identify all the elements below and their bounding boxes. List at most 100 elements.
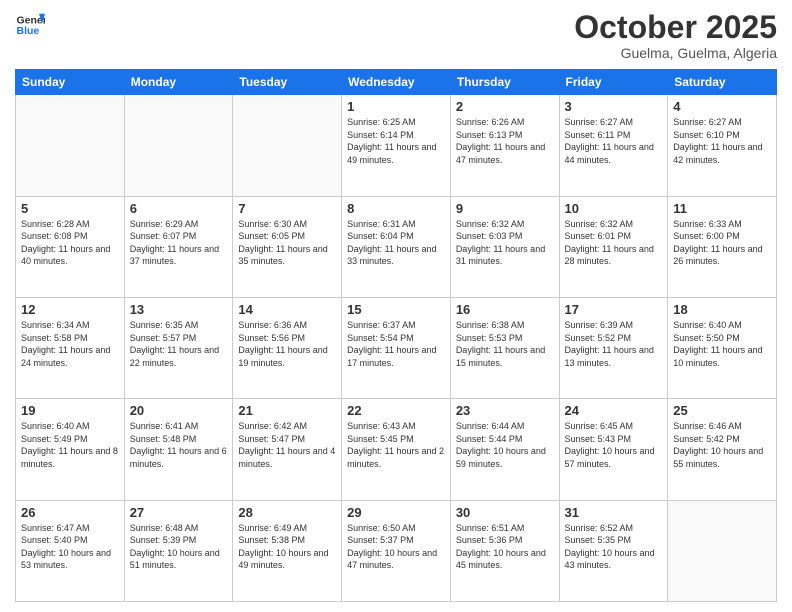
day-info: Sunrise: 6:42 AMSunset: 5:47 PMDaylight:… <box>238 420 336 470</box>
day-info: Sunrise: 6:45 AMSunset: 5:43 PMDaylight:… <box>565 420 663 470</box>
day-info: Sunrise: 6:25 AMSunset: 6:14 PMDaylight:… <box>347 116 445 166</box>
day-number: 12 <box>21 302 119 317</box>
day-info: Sunrise: 6:49 AMSunset: 5:38 PMDaylight:… <box>238 522 336 572</box>
day-number: 9 <box>456 201 554 216</box>
day-number: 26 <box>21 505 119 520</box>
day-info: Sunrise: 6:27 AMSunset: 6:10 PMDaylight:… <box>673 116 771 166</box>
calendar-cell: 10Sunrise: 6:32 AMSunset: 6:01 PMDayligh… <box>559 196 668 297</box>
day-info: Sunrise: 6:38 AMSunset: 5:53 PMDaylight:… <box>456 319 554 369</box>
calendar-cell <box>668 500 777 601</box>
calendar-cell: 24 Sunrise: 6:45 AMSunset: 5:43 PMDayligh… <box>559 399 668 500</box>
calendar-cell: 11 Sunrise: 6:33 AMSunset: 6:00 PMDayligh… <box>668 196 777 297</box>
calendar-header-sunday: Sunday <box>16 70 125 95</box>
day-number: 1 <box>347 99 445 114</box>
day-number: 15 <box>347 302 445 317</box>
calendar-cell: 12 Sunrise: 6:34 AMSunset: 5:58 PMDayligh… <box>16 297 125 398</box>
day-number: 22 <box>347 403 445 418</box>
day-info: Sunrise: 6:39 AMSunset: 5:52 PMDaylight:… <box>565 319 663 369</box>
calendar-cell: 7 Sunrise: 6:30 AMSunset: 6:05 PMDaylight… <box>233 196 342 297</box>
day-number: 10 <box>565 201 663 216</box>
calendar-week-2: 12 Sunrise: 6:34 AMSunset: 5:58 PMDayligh… <box>16 297 777 398</box>
day-info: Sunrise: 6:47 AMSunset: 5:40 PMDaylight:… <box>21 522 119 572</box>
day-info: Sunrise: 6:40 AMSunset: 5:49 PMDaylight:… <box>21 420 119 470</box>
header: General Blue October 2025 Guelma, Guelma… <box>15 10 777 61</box>
day-number: 11 <box>673 201 771 216</box>
day-number: 8 <box>347 201 445 216</box>
day-info: Sunrise: 6:26 AMSunset: 6:13 PMDaylight:… <box>456 116 554 166</box>
day-info: Sunrise: 6:36 AMSunset: 5:56 PMDaylight:… <box>238 319 336 369</box>
calendar-cell: 15 Sunrise: 6:37 AMSunset: 5:54 PMDayligh… <box>342 297 451 398</box>
day-info: Sunrise: 6:32 AMSunset: 6:03 PMDaylight:… <box>456 218 554 268</box>
day-info: Sunrise: 6:37 AMSunset: 5:54 PMDaylight:… <box>347 319 445 369</box>
subtitle: Guelma, Guelma, Algeria <box>574 45 777 61</box>
calendar-cell: 16 Sunrise: 6:38 AMSunset: 5:53 PMDayligh… <box>450 297 559 398</box>
calendar-cell: 4 Sunrise: 6:27 AMSunset: 6:10 PMDaylight… <box>668 95 777 196</box>
calendar-cell: 3Sunrise: 6:27 AMSunset: 6:11 PMDaylight… <box>559 95 668 196</box>
day-info: Sunrise: 6:33 AMSunset: 6:00 PMDaylight:… <box>673 218 771 268</box>
day-number: 16 <box>456 302 554 317</box>
day-info: Sunrise: 6:44 AMSunset: 5:44 PMDaylight:… <box>456 420 554 470</box>
calendar-header-thursday: Thursday <box>450 70 559 95</box>
day-number: 4 <box>673 99 771 114</box>
day-number: 20 <box>130 403 228 418</box>
calendar-header-saturday: Saturday <box>668 70 777 95</box>
calendar-cell: 13 Sunrise: 6:35 AMSunset: 5:57 PMDayligh… <box>124 297 233 398</box>
calendar-cell <box>124 95 233 196</box>
day-number: 31 <box>565 505 663 520</box>
calendar-cell: 25Sunrise: 6:46 AMSunset: 5:42 PMDayligh… <box>668 399 777 500</box>
calendar-cell: 27 Sunrise: 6:48 AMSunset: 5:39 PMDayligh… <box>124 500 233 601</box>
calendar-cell <box>233 95 342 196</box>
page: General Blue October 2025 Guelma, Guelma… <box>0 0 792 612</box>
calendar-cell: 31 Sunrise: 6:52 AMSunset: 5:35 PMDayligh… <box>559 500 668 601</box>
svg-text:Blue: Blue <box>17 25 40 37</box>
logo: General Blue <box>15 10 45 40</box>
calendar-cell: 29Sunrise: 6:50 AMSunset: 5:37 PMDayligh… <box>342 500 451 601</box>
calendar-cell: 6Sunrise: 6:29 AMSunset: 6:07 PMDaylight… <box>124 196 233 297</box>
calendar-cell: 14 Sunrise: 6:36 AMSunset: 5:56 PMDayligh… <box>233 297 342 398</box>
calendar-header-tuesday: Tuesday <box>233 70 342 95</box>
calendar-header-wednesday: Wednesday <box>342 70 451 95</box>
calendar-cell: 2 Sunrise: 6:26 AMSunset: 6:13 PMDaylight… <box>450 95 559 196</box>
day-info: Sunrise: 6:48 AMSunset: 5:39 PMDaylight:… <box>130 522 228 572</box>
calendar-cell: 9 Sunrise: 6:32 AMSunset: 6:03 PMDaylight… <box>450 196 559 297</box>
calendar-week-3: 19 Sunrise: 6:40 AMSunset: 5:49 PMDayligh… <box>16 399 777 500</box>
logo-icon: General Blue <box>15 10 45 40</box>
calendar-cell: 28Sunrise: 6:49 AMSunset: 5:38 PMDayligh… <box>233 500 342 601</box>
day-number: 27 <box>130 505 228 520</box>
calendar-cell: 19 Sunrise: 6:40 AMSunset: 5:49 PMDayligh… <box>16 399 125 500</box>
day-number: 30 <box>456 505 554 520</box>
calendar-cell: 17 Sunrise: 6:39 AMSunset: 5:52 PMDayligh… <box>559 297 668 398</box>
calendar-header-row: SundayMondayTuesdayWednesdayThursdayFrid… <box>16 70 777 95</box>
day-info: Sunrise: 6:35 AMSunset: 5:57 PMDaylight:… <box>130 319 228 369</box>
main-title: October 2025 <box>574 10 777 45</box>
calendar-cell: 22Sunrise: 6:43 AMSunset: 5:45 PMDayligh… <box>342 399 451 500</box>
day-number: 7 <box>238 201 336 216</box>
calendar-week-0: 1 Sunrise: 6:25 AMSunset: 6:14 PMDaylight… <box>16 95 777 196</box>
day-number: 13 <box>130 302 228 317</box>
day-number: 3 <box>565 99 663 114</box>
day-number: 29 <box>347 505 445 520</box>
day-info: Sunrise: 6:51 AMSunset: 5:36 PMDaylight:… <box>456 522 554 572</box>
day-info: Sunrise: 6:41 AMSunset: 5:48 PMDaylight:… <box>130 420 228 470</box>
calendar-cell: 1 Sunrise: 6:25 AMSunset: 6:14 PMDaylight… <box>342 95 451 196</box>
day-info: Sunrise: 6:34 AMSunset: 5:58 PMDaylight:… <box>21 319 119 369</box>
calendar-cell: 8Sunrise: 6:31 AMSunset: 6:04 PMDaylight… <box>342 196 451 297</box>
calendar-cell <box>16 95 125 196</box>
calendar-header-monday: Monday <box>124 70 233 95</box>
day-number: 2 <box>456 99 554 114</box>
calendar-cell: 20 Sunrise: 6:41 AMSunset: 5:48 PMDayligh… <box>124 399 233 500</box>
calendar-week-4: 26 Sunrise: 6:47 AMSunset: 5:40 PMDayligh… <box>16 500 777 601</box>
day-info: Sunrise: 6:30 AMSunset: 6:05 PMDaylight:… <box>238 218 336 268</box>
day-info: Sunrise: 6:28 AMSunset: 6:08 PMDaylight:… <box>21 218 119 268</box>
day-info: Sunrise: 6:46 AMSunset: 5:42 PMDaylight:… <box>673 420 771 470</box>
day-number: 14 <box>238 302 336 317</box>
calendar-week-1: 5Sunrise: 6:28 AMSunset: 6:08 PMDaylight… <box>16 196 777 297</box>
day-number: 17 <box>565 302 663 317</box>
calendar-cell: 21Sunrise: 6:42 AMSunset: 5:47 PMDayligh… <box>233 399 342 500</box>
calendar-cell: 30 Sunrise: 6:51 AMSunset: 5:36 PMDayligh… <box>450 500 559 601</box>
calendar-cell: 18Sunrise: 6:40 AMSunset: 5:50 PMDayligh… <box>668 297 777 398</box>
day-number: 19 <box>21 403 119 418</box>
day-info: Sunrise: 6:40 AMSunset: 5:50 PMDaylight:… <box>673 319 771 369</box>
day-info: Sunrise: 6:52 AMSunset: 5:35 PMDaylight:… <box>565 522 663 572</box>
day-number: 24 <box>565 403 663 418</box>
